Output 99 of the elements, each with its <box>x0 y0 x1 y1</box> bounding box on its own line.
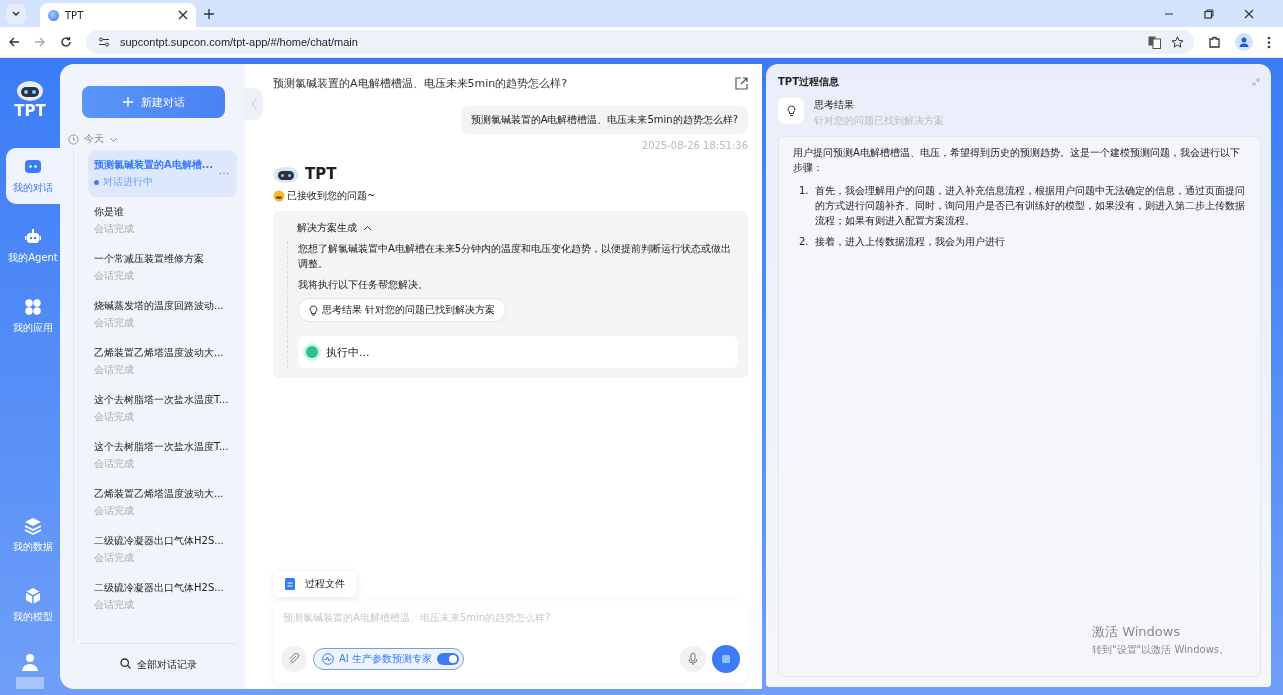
apps-icon <box>24 297 42 316</box>
conversation-status: 会话完成 <box>94 504 134 518</box>
external-link-icon[interactable] <box>735 76 748 90</box>
robot-avatar-icon <box>273 165 299 183</box>
conversation-status: 会话完成 <box>94 222 134 236</box>
menu-icon[interactable] <box>1267 35 1271 49</box>
layers-icon <box>24 516 42 535</box>
agent-selector[interactable]: AI 生产参数预测专家 <box>313 648 464 670</box>
smile-emoji-icon <box>273 190 285 202</box>
stop-icon <box>721 654 731 664</box>
conversation-title: 乙烯装置乙烯塔温度波动大... <box>94 487 224 501</box>
task-status: 执行中... <box>326 344 370 360</box>
conversation-status: 会话完成 <box>94 598 134 612</box>
close-icon[interactable] <box>178 10 188 20</box>
solution-summary: 您想了解氯碱装置中A电解槽在未来5分钟内的温度和电压变化趋势，以便提前判断运行状态或做出调整。 <box>298 242 733 271</box>
conversation-title: 二级硫冷凝器出口气体H2S... <box>94 581 224 595</box>
step-text: 首先，我会理解用户的问题，进入补充信息流程，根据用户问题中无法确定的信息，通过页面提问的方式进行问题补齐。同时，询问用户是否已有训练好的模型，如果没有，则进入第二步上传数据流程；如果有则进入配置方案流程。 <box>815 184 1246 228</box>
thought-title: 思考结果 <box>814 98 855 112</box>
microphone-icon <box>688 652 698 666</box>
all-history-link[interactable]: 全部对话记录 <box>80 643 237 681</box>
extensions-icon[interactable] <box>1208 35 1221 49</box>
chevron-left-icon <box>251 98 257 110</box>
conversation-status: 会话完成 <box>94 363 134 377</box>
conversation-item[interactable]: 烧碱蒸发塔的温度回路波动... 会话完成 <box>88 291 237 338</box>
lightbulb-icon <box>786 105 796 117</box>
robot-logo-icon <box>15 78 45 102</box>
restore-icon[interactable] <box>1203 7 1215 20</box>
process-intro: 用户提问预测A电解槽槽温、电压，希望得到历史的预测趋势。这是一个建模预测问题，我会进行以下步骤： <box>793 146 1241 175</box>
conversation-title: 预测氯碱装置的A电解槽... <box>94 158 214 172</box>
activation-title: 激活 Windows <box>1092 623 1182 641</box>
nav-item[interactable]: 我的对话 <box>6 148 60 204</box>
conversation-status: 会话完成 <box>94 316 134 330</box>
close-icon[interactable] <box>1243 7 1255 20</box>
conversation-status: 会话完成 <box>94 551 134 565</box>
conversation-status: 会话完成 <box>94 269 134 283</box>
stop-button[interactable] <box>712 645 740 673</box>
conversation-title: 烧碱蒸发塔的温度回路波动... <box>94 299 224 313</box>
step-number: 1. <box>799 184 810 198</box>
activation-text: 转到"设置"以激活 Windows。 <box>1092 643 1230 657</box>
conversation-title: 这个去树脂塔一次盐水温度T... <box>94 393 229 407</box>
solution-toggle[interactable]: 解决方案生成 <box>287 219 372 237</box>
agent-toggle[interactable] <box>436 653 459 665</box>
conversation-item[interactable]: 二级硫冷凝器出口气体H2S... 会话完成 <box>88 526 237 573</box>
solution-intro: 我将执行以下任务帮您解决。 <box>298 278 429 292</box>
user-icon[interactable] <box>22 653 38 671</box>
site-settings-icon[interactable] <box>98 36 110 48</box>
globe-icon <box>48 9 59 21</box>
search-icon <box>120 658 131 669</box>
chevron-down-icon <box>11 8 21 19</box>
back-icon[interactable] <box>8 36 20 48</box>
microphone-button[interactable] <box>680 646 706 672</box>
cube-icon <box>24 586 42 605</box>
acknowledgement-text: 已接收到您的问题~ <box>287 189 376 203</box>
conversation-item[interactable]: 乙烯装置乙烯塔温度波动大... 会话完成 <box>88 479 237 526</box>
tab-list-button[interactable] <box>6 3 26 24</box>
conversation-title: 一个常减压装置维修方案 <box>94 252 204 266</box>
conversation-item[interactable]: 你是谁 会话完成 <box>88 197 237 244</box>
reload-icon[interactable] <box>60 36 72 48</box>
conversation-title: 你是谁 <box>94 205 124 219</box>
user-name-placeholder <box>16 677 44 689</box>
browser-tab[interactable]: TPT <box>40 3 196 27</box>
chat-title: 预测氯碱装置的A电解槽槽温、电压未来5min的趋势怎么样? <box>273 75 568 91</box>
new-tab-icon[interactable] <box>204 8 214 19</box>
pulse-icon <box>322 653 334 665</box>
conversation-item[interactable]: 这个去树脂塔一次盐水温度T... 会话完成 <box>88 432 237 479</box>
conversation-status: 会话完成 <box>94 457 134 471</box>
lightbulb-icon <box>309 304 318 316</box>
conversation-item[interactable]: 二级硫冷凝器出口气体H2S... 会话完成 <box>88 573 237 620</box>
conversation-title: 二级硫冷凝器出口气体H2S... <box>94 534 224 548</box>
conversation-item[interactable]: 这个去树脂塔一次盐水温度T... 会话完成 <box>88 385 237 432</box>
message-timestamp: 2025-08-26 18:51:36 <box>641 140 748 151</box>
conversation-title: 这个去树脂塔一次盐水温度T... <box>94 440 229 454</box>
conversation-status: 对话进行中 <box>103 175 153 189</box>
translate-icon[interactable] <box>1148 35 1161 49</box>
status-dot <box>94 179 99 185</box>
chat-icon <box>24 157 42 176</box>
plus-icon <box>122 97 133 107</box>
address-field[interactable]: supcontpt.supcon.com/tpt-app/#/home/chat/main <box>86 30 1194 54</box>
user-message: 预测氯碱装置的A电解槽槽温、电压未来5min的趋势怎么样? <box>460 106 748 134</box>
profile-avatar[interactable] <box>1235 33 1253 51</box>
thinking-result-chip[interactable]: 思考结果 针对您的问题已找到解决方案 <box>298 298 507 322</box>
paperclip-icon <box>288 653 300 665</box>
robot-icon <box>24 227 42 246</box>
clock-icon <box>68 133 79 145</box>
bot-name: TPT <box>305 165 337 183</box>
step-number: 2. <box>799 235 810 249</box>
process-files-button[interactable]: 过程文件 <box>273 571 357 597</box>
conversation-item[interactable]: 一个常减压装置维修方案 会话完成 <box>88 244 237 291</box>
conversation-title: 乙烯装置乙烯塔温度波动大... <box>94 346 224 360</box>
chevron-icon <box>363 223 372 233</box>
logo-text: TPT <box>14 102 46 120</box>
conversation-status: 会话完成 <box>94 410 134 424</box>
running-status-dot <box>306 346 318 358</box>
document-icon <box>285 578 295 590</box>
step-text: 接着，进入上传数据流程，我会为用户进行 <box>815 235 1005 249</box>
star-icon[interactable] <box>1171 35 1184 49</box>
panel-title: TPT过程信息 <box>778 75 839 89</box>
conversation-item[interactable]: 乙烯装置乙烯塔温度波动大... 会话完成 <box>88 338 237 385</box>
group-label: 今天 <box>84 132 104 146</box>
